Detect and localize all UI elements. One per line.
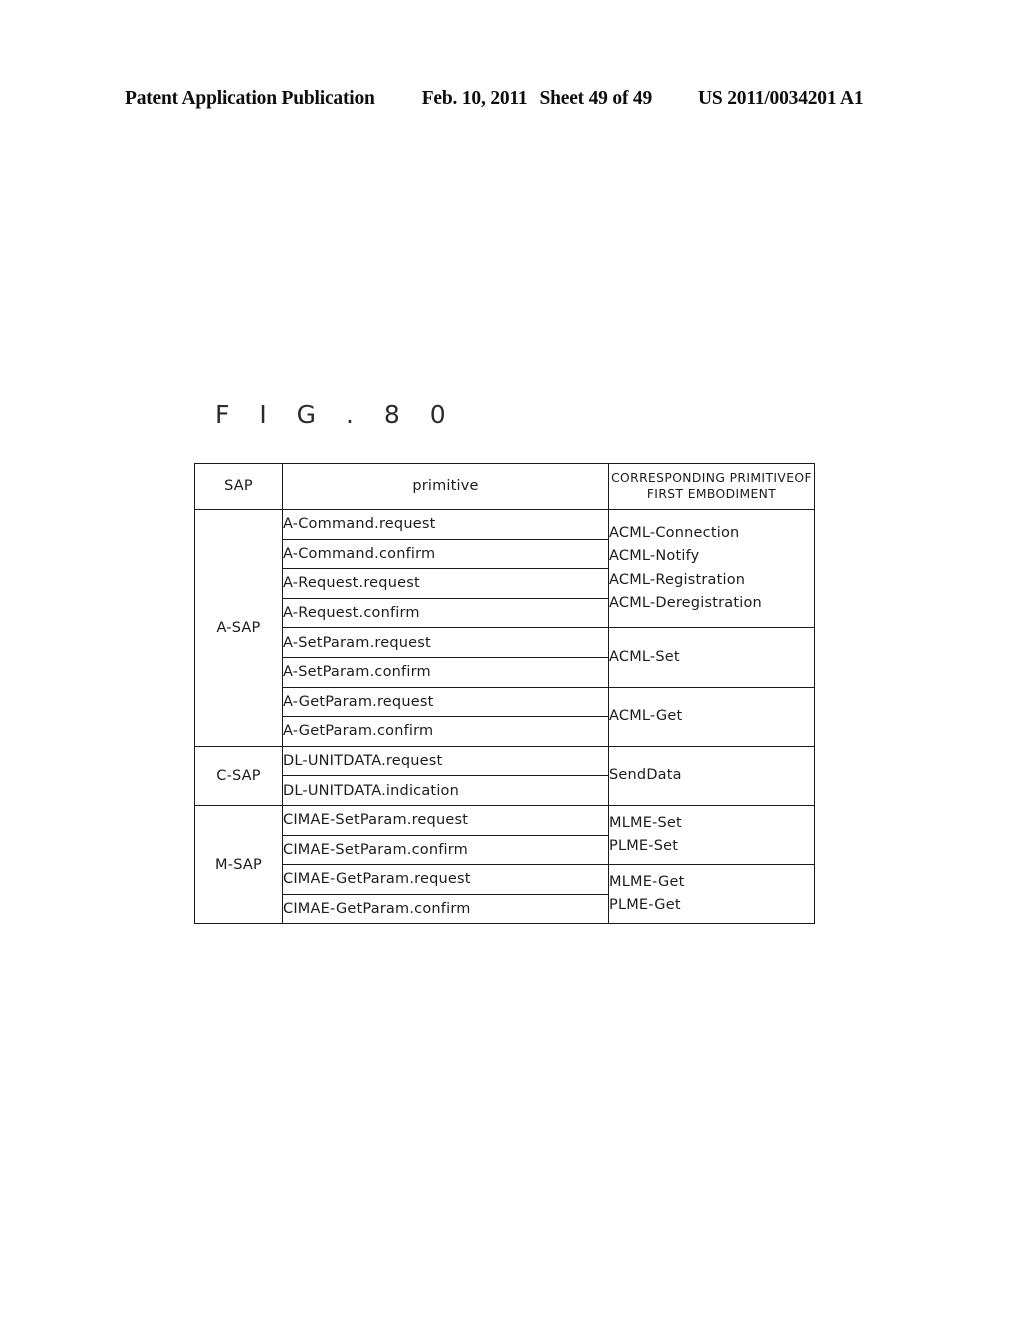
primitive-cell: CIMAE-GetParam.request [282,864,609,895]
corresponding-primitive-line: ACML-Set [609,648,680,665]
document-number: US 2011/0034201 A1 [698,88,864,109]
corresponding-primitive-cell: ACML-Set [608,627,815,688]
column-header-corresponding-primitive: CORRESPONDING PRIMITIVEOF FIRST EMBODIME… [608,463,815,510]
corresponding-primitive-cell: ACML-Get [608,686,815,747]
page-header: Patent Application Publication Feb. 10, … [125,88,900,110]
column-header-primitive: primitive [282,463,609,510]
primitive-cell: A-Command.request [282,509,609,540]
table-header-row: SAP primitive CORRESPONDING PRIMITIVEOF FI… [194,463,815,510]
corresponding-primitive-line: ACML-Get [609,707,683,724]
corresponding-primitive-line: ACML-Connection [609,524,740,541]
primitive-cell: A-SetParam.request [282,627,609,658]
primitive-cell: A-GetParam.request [282,686,609,718]
primitive-cell: CIMAE-SetParam.request [282,804,609,836]
primitive-cell: A-SetParam.confirm [282,656,609,688]
corresponding-primitive-cell: MLME-Set PLME-Set [608,804,815,866]
primitive-mapping-table: SAP primitive CORRESPONDING PRIMITIVEOF FI… [194,463,815,925]
primitive-cell: A-Request.confirm [282,597,609,629]
figure-table-container: SAP primitive CORRESPONDING PRIMITIVEOF FI… [194,463,815,925]
figure-label: F I G . 8 0 [215,400,457,429]
corresponding-primitive-line: MLME-Get [609,873,685,890]
corresponding-primitive-line: ACML-Notify [609,548,700,565]
column-header-sap: SAP [194,463,283,510]
corresponding-primitive-line: SendData [609,767,682,784]
primitive-cell: CIMAE-GetParam.confirm [282,893,609,925]
primitive-cell: DL-UNITDATA.request [282,745,609,777]
corresponding-primitive-line: MLME-Set [609,814,682,831]
corresponding-primitive-line: PLME-Set [609,838,679,855]
table-row: A-GetParam.request ACML-Get [195,686,815,747]
primitive-cell: DL-UNITDATA.indication [282,775,609,806]
sap-group-cell: C-SAP [194,745,283,806]
primitive-cell: CIMAE-SetParam.confirm [282,834,609,866]
primitive-cell: A-Request.request [282,568,609,599]
table-row: C-SAP DL-UNITDATA.request SendData [194,745,815,806]
table-row: M-SAP CIMAE-SetParam.request MLME-Set PLME-… [194,804,815,925]
table-row: A-SAP A-Command.request ACML-Connection ACM… [194,508,815,747]
corresponding-primitive-line: PLME-Get [609,897,681,914]
corresponding-primitive-line: ACML-Deregistration [609,595,762,612]
corresponding-primitive-cell: ACML-Connection ACML-Notify ACML-Registrat… [608,508,815,629]
sap-group-cell: A-SAP [194,509,283,747]
sheet-number: Sheet 49 of 49 [539,88,653,109]
primitive-cell: A-GetParam.confirm [282,716,609,747]
publication-date: Feb. 10, 2011 [421,88,528,109]
publication-label: Patent Application Publication [125,88,375,109]
column-header-line-1: CORRESPONDING PRIMITIVE [611,471,795,486]
table-row: A-SetParam.request ACML-Set [195,627,815,688]
corresponding-primitive-cell: MLME-Get PLME-Get [608,864,815,925]
corresponding-primitive-cell: SendData [608,745,815,806]
primitive-cell: A-Command.confirm [282,538,609,570]
table-row: CIMAE-GetParam.request MLME-Get PLME-Get [195,864,815,925]
sap-group-cell: M-SAP [194,804,283,925]
corresponding-primitive-line: ACML-Registration [609,571,746,588]
